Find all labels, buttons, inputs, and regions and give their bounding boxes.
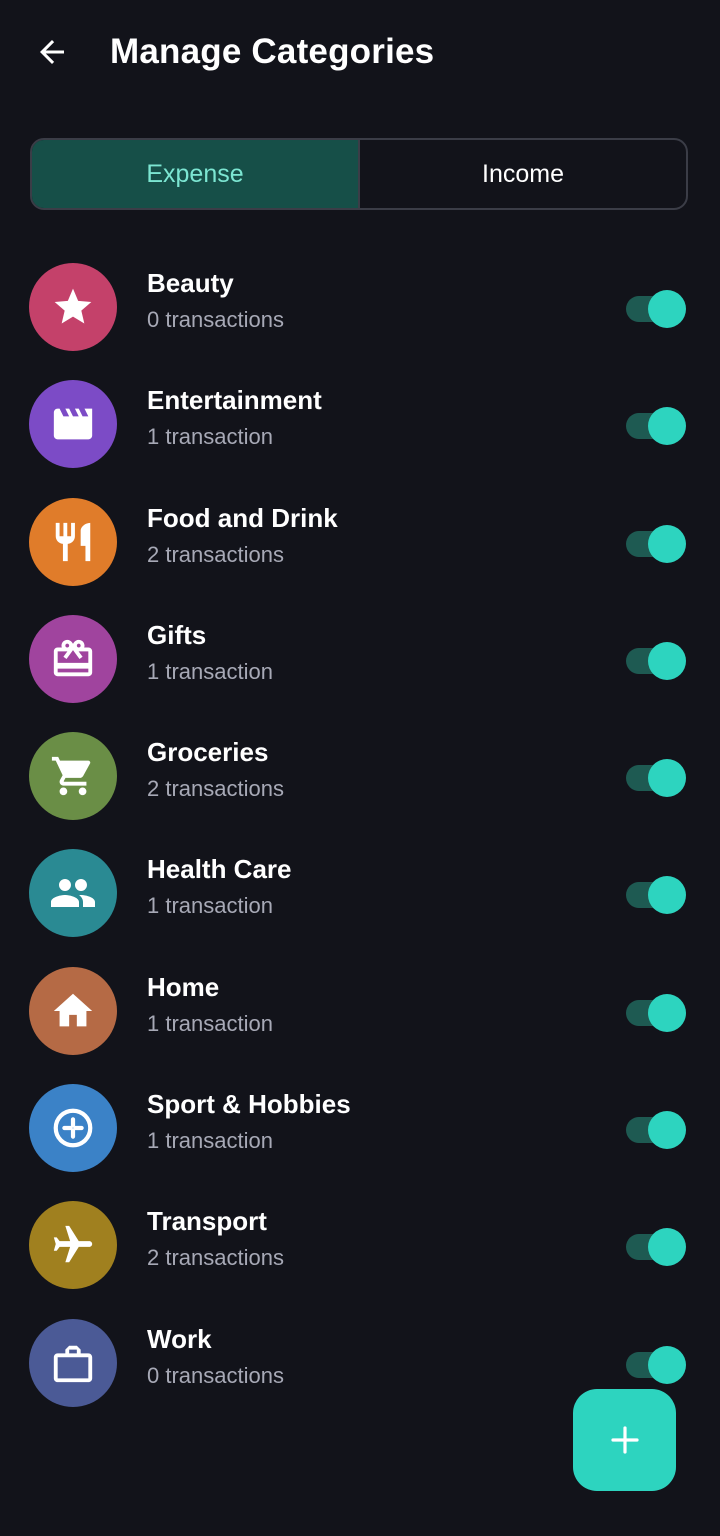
category-count: 1 transaction (147, 1010, 273, 1036)
category-toggle[interactable] (626, 876, 686, 915)
category-count: 0 transactions (147, 1362, 284, 1388)
category-row-entertainment[interactable]: Entertainment 1 transaction (0, 365, 720, 482)
toggle-thumb (648, 524, 686, 563)
category-icon-badge (29, 263, 117, 351)
category-icon-badge (29, 732, 117, 821)
category-name: Transport (147, 1206, 267, 1237)
tab-income[interactable]: Income (360, 140, 686, 208)
toggle-thumb (648, 876, 686, 915)
crosshair-icon (53, 1108, 93, 1148)
toggle-thumb (648, 1111, 686, 1150)
add-category-button[interactable] (573, 1389, 676, 1491)
category-toggle[interactable] (626, 290, 686, 328)
app-screen: Manage Categories Expense Income Beauty … (0, 0, 720, 1536)
category-name: Sport & Hobbies (147, 1089, 351, 1120)
category-row-gifts[interactable]: Gifts 1 transaction (0, 600, 720, 717)
category-icon-badge (29, 1084, 117, 1173)
category-row-transport[interactable]: Transport 2 transactions (0, 1186, 720, 1303)
people-icon (51, 879, 95, 908)
category-icon-badge (29, 849, 117, 938)
toggle-thumb (648, 993, 686, 1032)
plus-icon (610, 1426, 639, 1454)
category-name: Health Care (147, 854, 292, 885)
category-name: Gifts (147, 619, 207, 650)
toggle-thumb (648, 1345, 686, 1384)
category-row-groceries[interactable]: Groceries 2 transactions (0, 717, 720, 834)
category-name: Entertainment (147, 385, 322, 416)
type-tabs: Expense Income (30, 138, 688, 210)
category-count: 0 transactions (147, 307, 284, 332)
category-icon-badge (29, 380, 117, 469)
toggle-thumb (648, 290, 686, 328)
toggle-thumb (648, 641, 686, 680)
restaurant-icon (55, 522, 91, 561)
category-name: Beauty (147, 268, 234, 298)
category-icon-badge (29, 1318, 117, 1407)
category-toggle[interactable] (626, 407, 686, 446)
shopping-cart-icon (51, 757, 91, 796)
back-button[interactable] (24, 26, 80, 78)
category-list: Beauty 0 transactions Entertainment 1 tr… (0, 248, 720, 1421)
category-count: 1 transaction (147, 424, 273, 450)
category-name: Groceries (147, 737, 269, 768)
page-title: Manage Categories (110, 32, 435, 71)
airplane-icon (53, 1226, 93, 1263)
category-toggle[interactable] (626, 1111, 686, 1150)
category-icon-badge (29, 614, 117, 703)
category-row-beauty[interactable]: Beauty 0 transactions (0, 248, 720, 365)
category-row-food-and-drink[interactable]: Food and Drink 2 transactions (0, 483, 720, 600)
category-row-home[interactable]: Home 1 transaction (0, 952, 720, 1069)
star-icon (54, 288, 92, 324)
toggle-thumb (648, 759, 686, 798)
category-count: 2 transactions (147, 776, 284, 802)
header: Manage Categories (0, 0, 720, 104)
category-toggle[interactable] (626, 1345, 686, 1384)
category-name: Food and Drink (147, 502, 338, 533)
category-toggle[interactable] (626, 641, 686, 680)
gift-card-icon (53, 639, 93, 677)
category-count: 2 transactions (147, 541, 284, 567)
tab-expense[interactable]: Expense (32, 140, 360, 208)
category-count: 2 transactions (147, 1245, 284, 1271)
clapperboard-icon (53, 408, 93, 440)
category-icon-badge (29, 1201, 117, 1290)
category-icon-badge (29, 966, 117, 1055)
category-name: Home (147, 971, 220, 1002)
category-row-health-care[interactable]: Health Care 1 transaction (0, 834, 720, 951)
toggle-thumb (648, 407, 686, 446)
home-icon (53, 993, 93, 1027)
category-count: 1 transaction (147, 1128, 273, 1154)
category-icon-badge (29, 497, 117, 586)
toggle-thumb (648, 1228, 686, 1267)
briefcase-icon (53, 1345, 93, 1382)
category-name: Work (147, 1323, 212, 1354)
category-toggle[interactable] (626, 1228, 686, 1267)
category-toggle[interactable] (626, 524, 686, 563)
category-row-sport-hobbies[interactable]: Sport & Hobbies 1 transaction (0, 1069, 720, 1186)
arrow-left-icon (40, 40, 64, 64)
category-count: 1 transaction (147, 893, 273, 919)
category-toggle[interactable] (626, 993, 686, 1032)
category-count: 1 transaction (147, 658, 273, 684)
category-toggle[interactable] (626, 759, 686, 798)
